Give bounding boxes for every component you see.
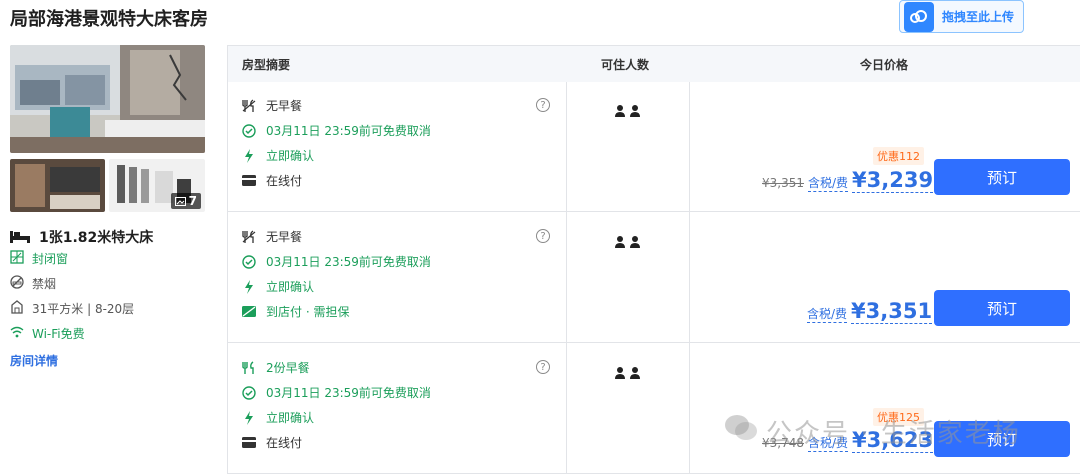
person-icon xyxy=(615,364,625,383)
breakfast-icon xyxy=(242,360,256,375)
wifi-icon xyxy=(10,326,24,341)
row-divider xyxy=(228,211,1080,212)
price-group: ¥3,748 含税/费 ¥3,623 xyxy=(762,428,934,453)
instant-confirm: 立即确认 xyxy=(242,409,314,426)
payment-label: 到店付 · 需担保 xyxy=(266,305,350,319)
facility-size-floor: 31平方米 | 8-20层 xyxy=(10,300,134,317)
book-button[interactable]: 预订 xyxy=(934,290,1070,326)
bed-info: 1张1.82米特大床 xyxy=(10,227,153,247)
person-icon xyxy=(630,364,640,383)
facility-label: 禁烟 xyxy=(32,277,57,291)
original-price: ¥3,351 xyxy=(762,176,804,190)
original-price: ¥3,748 xyxy=(762,436,804,450)
header-room-summary: 房型摘要 xyxy=(242,58,291,72)
guest-icons xyxy=(615,364,640,383)
instant-confirm: 立即确认 xyxy=(242,278,314,295)
window-icon xyxy=(10,250,24,267)
tax-note[interactable]: 含税/费 xyxy=(807,305,848,323)
facility-label: 31平方米 | 8-20层 xyxy=(32,302,135,316)
lightning-icon xyxy=(242,410,256,425)
help-icon[interactable]: ? xyxy=(536,98,550,112)
column-divider xyxy=(689,82,690,474)
payment-method: 在线付 xyxy=(242,172,302,189)
room-photo-bathroom[interactable] xyxy=(10,159,105,212)
book-button[interactable]: 预订 xyxy=(934,159,1070,195)
check-circle-icon xyxy=(242,254,256,269)
card-guarantee-icon xyxy=(242,305,256,319)
discount-badge: 优惠112 xyxy=(873,147,924,165)
column-divider xyxy=(566,82,567,474)
help-icon[interactable]: ? xyxy=(536,360,550,374)
facility-label: 封闭窗 xyxy=(32,252,69,266)
upload-dropzone[interactable]: 拖拽至此上传 xyxy=(899,0,1024,33)
rate-table: 房型摘要 可住人数 今日价格 无早餐 ? 03月11日 23:59前可免费取消 … xyxy=(227,45,1080,474)
room-details-link[interactable]: 房间详情 xyxy=(10,352,58,369)
current-price: ¥3,239 xyxy=(852,168,934,193)
image-icon xyxy=(174,196,186,206)
cloud-upload-icon xyxy=(904,1,934,32)
payment-method: 在线付 xyxy=(242,434,302,451)
person-icon xyxy=(615,102,625,121)
cancel-policy: 03月11日 23:59前可免费取消 xyxy=(242,122,431,139)
bed-icon xyxy=(10,228,30,247)
payment-label: 在线付 xyxy=(266,436,303,450)
room-photo-amenities[interactable]: 7 xyxy=(109,159,205,212)
cancel-label: 03月11日 23:59前可免费取消 xyxy=(266,386,431,400)
photo-count: 7 xyxy=(188,194,197,208)
upload-label: 拖拽至此上传 xyxy=(942,10,1015,24)
person-icon xyxy=(630,102,640,121)
photo-count-badge: 7 xyxy=(170,193,201,209)
header-price: 今日价格 xyxy=(860,58,909,72)
facility-window: 封闭窗 xyxy=(10,250,68,267)
price-group: 含税/费 ¥3,351 xyxy=(807,299,933,324)
price-group: ¥3,351 含税/费 ¥3,239 xyxy=(762,168,934,193)
no-smoking-icon xyxy=(10,275,24,292)
discount-badge: 优惠125 xyxy=(873,408,924,426)
meal-label: 2份早餐 xyxy=(266,361,310,375)
meal-option: 2份早餐 xyxy=(242,359,310,376)
table-header: 房型摘要 可住人数 今日价格 xyxy=(228,46,1080,82)
no-breakfast-icon xyxy=(242,98,256,113)
cancel-policy: 03月11日 23:59前可免费取消 xyxy=(242,253,431,270)
meal-label: 无早餐 xyxy=(266,99,303,113)
lightning-icon xyxy=(242,279,256,294)
payment-label: 在线付 xyxy=(266,174,303,188)
room-size-icon xyxy=(10,300,24,317)
current-price: ¥3,351 xyxy=(851,299,933,324)
check-circle-icon xyxy=(242,123,256,138)
guest-icons xyxy=(615,233,640,252)
book-button[interactable]: 预订 xyxy=(934,421,1070,457)
meal-label: 无早餐 xyxy=(266,230,303,244)
person-icon xyxy=(630,233,640,252)
row-divider xyxy=(228,342,1080,343)
lightning-icon xyxy=(242,148,256,163)
instant-confirm: 立即确认 xyxy=(242,147,314,164)
credit-card-icon xyxy=(242,436,256,450)
no-breakfast-icon xyxy=(242,229,256,244)
header-occupancy: 可住人数 xyxy=(601,58,650,72)
guest-icons xyxy=(615,102,640,121)
credit-card-icon xyxy=(242,174,256,188)
confirm-label: 立即确认 xyxy=(266,149,315,163)
room-photo-main[interactable] xyxy=(10,45,205,153)
meal-option: 无早餐 xyxy=(242,228,302,245)
check-circle-icon xyxy=(242,385,256,400)
facility-nosmoking: 禁烟 xyxy=(10,275,56,292)
room-title: 局部海港景观特大床客房 xyxy=(10,9,208,30)
facility-wifi: Wi-Fi免费 xyxy=(10,325,85,342)
tax-note[interactable]: 含税/费 xyxy=(808,434,849,452)
cancel-label: 03月11日 23:59前可免费取消 xyxy=(266,124,431,138)
tax-note[interactable]: 含税/费 xyxy=(808,174,849,192)
confirm-label: 立即确认 xyxy=(266,411,315,425)
bed-label: 1张1.82米特大床 xyxy=(39,230,154,246)
help-icon[interactable]: ? xyxy=(536,229,550,243)
facility-label: Wi-Fi免费 xyxy=(32,327,85,341)
confirm-label: 立即确认 xyxy=(266,280,315,294)
cancel-label: 03月11日 23:59前可免费取消 xyxy=(266,255,431,269)
person-icon xyxy=(615,233,625,252)
cancel-policy: 03月11日 23:59前可免费取消 xyxy=(242,384,431,401)
payment-method: 到店付 · 需担保 xyxy=(242,303,349,320)
meal-option: 无早餐 xyxy=(242,97,302,114)
current-price: ¥3,623 xyxy=(852,428,934,453)
